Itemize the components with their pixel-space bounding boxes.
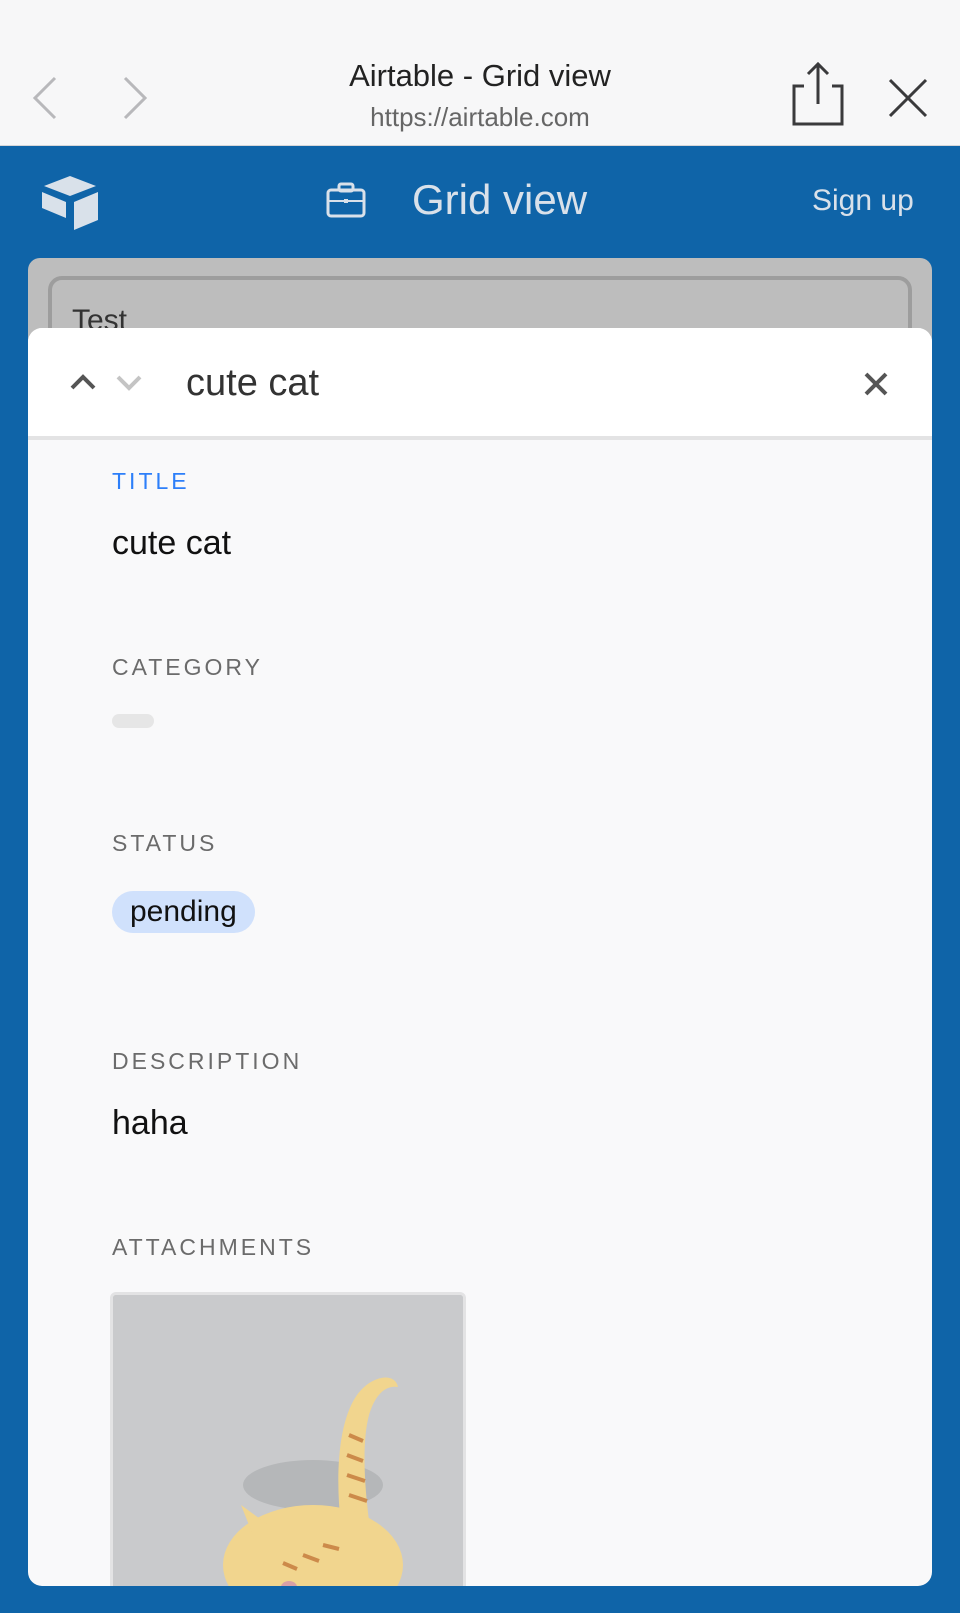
chevron-up-icon <box>70 374 96 390</box>
sign-up-link[interactable]: Sign up <box>812 184 914 218</box>
record-modal-header: cute cat <box>28 328 932 440</box>
close-icon <box>888 78 928 118</box>
record-modal: cute cat TITLE cute cat CATEGORY STATUS … <box>28 328 932 1586</box>
close-browser-button[interactable] <box>884 74 932 122</box>
browser-toolbar: Airtable - Grid view https://airtable.co… <box>0 0 960 146</box>
field-label-attachments: ATTACHMENTS <box>112 1234 315 1260</box>
field-label-title: TITLE <box>112 468 190 494</box>
browser-page-title: Airtable - Grid view <box>349 58 611 93</box>
field-label-status: STATUS <box>112 830 218 856</box>
field-label-category: CATEGORY <box>112 654 263 680</box>
chevron-down-icon <box>116 375 142 391</box>
next-record-button[interactable] <box>112 368 146 394</box>
field-label-description: DESCRIPTION <box>112 1048 303 1074</box>
attachment-thumbnail[interactable] <box>110 1292 466 1586</box>
app-header: Grid view Sign up <box>0 146 960 260</box>
previous-record-button[interactable] <box>66 368 100 394</box>
chevron-left-icon <box>32 76 57 120</box>
record-title: cute cat <box>186 362 320 404</box>
close-icon <box>864 372 888 396</box>
briefcase-icon[interactable] <box>326 182 366 218</box>
back-button[interactable] <box>24 72 64 124</box>
category-empty-value[interactable] <box>112 714 154 728</box>
status-badge[interactable]: pending <box>112 891 255 933</box>
view-title[interactable]: Grid view <box>412 176 587 224</box>
share-button[interactable] <box>790 61 846 128</box>
airtable-logo[interactable] <box>38 174 102 230</box>
close-modal-button[interactable] <box>858 366 894 402</box>
field-value-title[interactable]: cute cat <box>112 524 231 563</box>
field-value-description[interactable]: haha <box>112 1104 188 1143</box>
logo-icon <box>42 176 98 230</box>
share-icon <box>792 61 844 126</box>
cat-photo <box>113 1295 463 1586</box>
chevron-right-icon <box>123 76 148 120</box>
browser-url[interactable]: https://airtable.com <box>200 102 760 133</box>
forward-button[interactable] <box>116 72 156 124</box>
